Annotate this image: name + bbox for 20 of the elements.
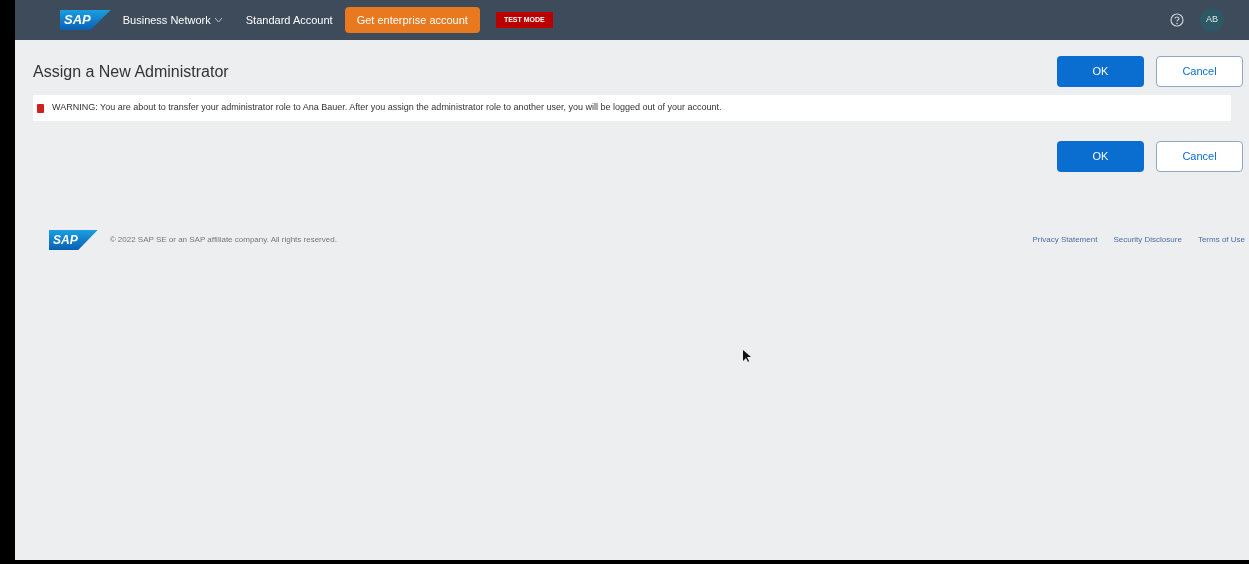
avatar[interactable]: AB	[1200, 8, 1224, 32]
caret-icon[interactable]	[214, 18, 222, 22]
sap-logo: SAP	[60, 10, 111, 30]
copyright-text: © 2022 SAP SE or an SAP affiliate company. All rights reserved.	[109, 234, 337, 246]
ok-button[interactable]: OK	[1057, 56, 1144, 87]
error-icon	[37, 103, 44, 113]
sap-logo: SAP	[49, 230, 98, 250]
account-type: Standard Account	[245, 12, 333, 28]
cancel-button[interactable]: Cancel	[1156, 56, 1243, 87]
warning-message: WARNING: You are about to transfer your administrator role to Ana Bauer. After you assign the administrator role to another user, you will be logged out of your account.	[52, 101, 722, 115]
cancel-button[interactable]: Cancel	[1156, 141, 1243, 172]
page-title: Assign a New Administrator	[33, 61, 229, 82]
ok-button[interactable]: OK	[1057, 141, 1144, 172]
mouse-pointer-icon	[742, 350, 752, 363]
footer-link[interactable]: Security Disclosure	[1113, 234, 1182, 246]
upgrade-button[interactable]: Get enterprise account	[344, 7, 480, 33]
product-menu[interactable]: Business Network	[122, 11, 211, 29]
help-icon[interactable]	[1170, 13, 1184, 27]
footer-link[interactable]: Privacy Statement	[1032, 234, 1098, 246]
footer-link[interactable]: Terms of Use	[1197, 234, 1245, 246]
